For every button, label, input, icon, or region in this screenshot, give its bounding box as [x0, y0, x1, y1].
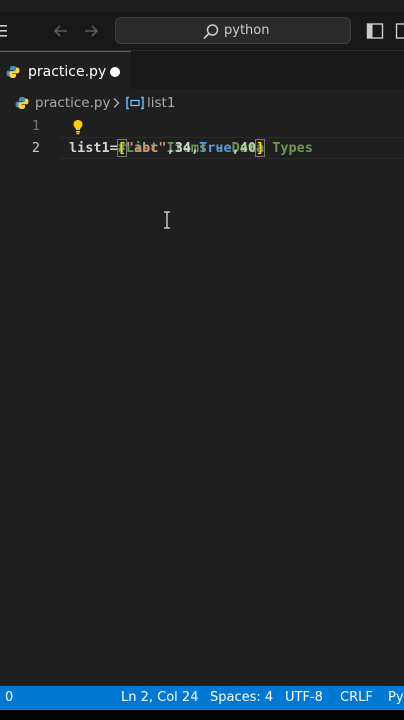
code-editor[interactable]: 1 2 #List Items - Data Types list1=["abc… [0, 116, 404, 686]
number-token: 34 [174, 140, 191, 156]
keyword-token: True [199, 140, 232, 156]
python-file-icon [6, 66, 20, 78]
status-problems-count[interactable]: 0 [5, 686, 13, 710]
breadcrumb-symbol[interactable]: list1 [147, 95, 175, 112]
command-center-search[interactable]: python [115, 17, 351, 44]
search-icon [203, 24, 219, 40]
tab-practice-py[interactable]: practice.py [0, 51, 131, 89]
vscode-window: python practice.py practice.py list1 1 2… [0, 0, 404, 720]
string-token: "abc" [125, 140, 167, 156]
python-file-icon [15, 97, 29, 109]
comma-token: , [166, 140, 175, 156]
layout-icon[interactable] [395, 22, 404, 40]
forward-arrow-icon[interactable] [81, 21, 101, 41]
number-token: 40 [239, 140, 257, 156]
status-cursor-position[interactable]: Ln 2, Col 24 [121, 686, 198, 710]
operator-token: = [109, 140, 118, 156]
line-number: 2 [31, 140, 40, 156]
bottom-strip [0, 710, 404, 720]
unsaved-dot-icon[interactable] [110, 67, 120, 77]
status-indentation[interactable]: Spaces: 4 [210, 686, 273, 710]
tab-bar: practice.py [0, 51, 404, 89]
chevron-right-icon [113, 98, 120, 108]
status-eol[interactable]: CRLF [340, 686, 373, 710]
back-arrow-icon[interactable] [51, 21, 71, 41]
breadcrumb: practice.py list1 [0, 92, 404, 116]
line-number: 1 [31, 118, 40, 134]
comma-token: , [231, 140, 240, 156]
bracket-token: ] [255, 139, 266, 157]
bracket-token: [ [116, 139, 127, 157]
status-language[interactable]: Py [388, 686, 404, 710]
search-text: python [224, 23, 270, 38]
tab-label: practice.py [28, 64, 107, 80]
title-bar: python [0, 12, 404, 51]
breadcrumb-file[interactable]: practice.py [35, 95, 110, 112]
variable-token: list1 [69, 140, 110, 156]
code-line-2[interactable]: list1=["abc",34,True,40] [69, 137, 266, 159]
status-encoding[interactable]: UTF-8 [285, 686, 323, 710]
comma-token: , [190, 140, 200, 156]
menu-icon[interactable] [0, 24, 8, 38]
toggle-sidebar-icon[interactable] [366, 22, 384, 40]
lightbulb-icon[interactable] [72, 119, 84, 135]
variable-symbol-icon [126, 96, 144, 110]
status-bar: 0 Ln 2, Col 24 Spaces: 4 UTF-8 CRLF Py [0, 686, 404, 710]
mouse-ibeam-cursor-icon [164, 211, 170, 229]
